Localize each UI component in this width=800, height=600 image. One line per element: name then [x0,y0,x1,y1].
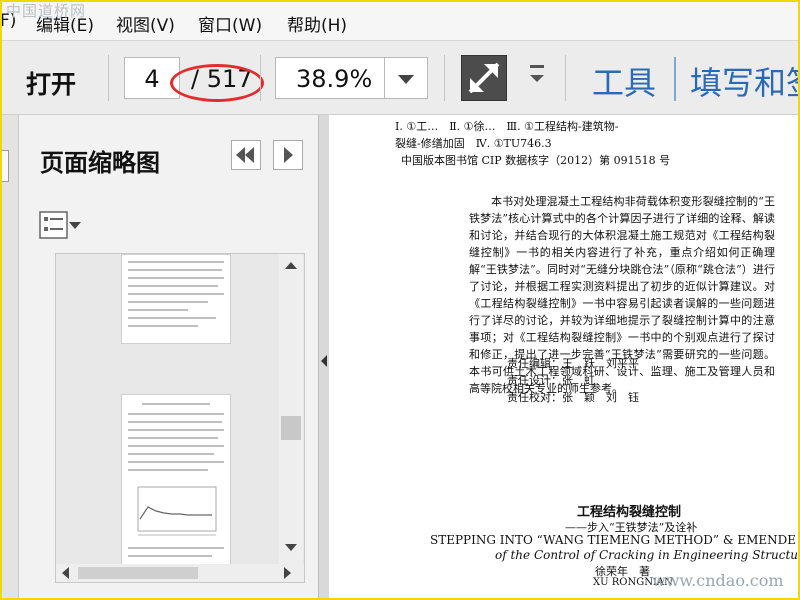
menu-bar-icon [530,65,544,68]
watermark-top: 中国道桥网 [6,2,87,20]
toolbar-divider [444,55,445,101]
thumbnail-horizontal-scrollbar[interactable] [56,564,304,582]
thumbnail-options-button[interactable] [39,211,85,239]
scroll-up-arrow-icon[interactable] [285,262,297,269]
list-options-icon [39,211,81,239]
zoom-dropdown-button[interactable] [384,57,428,99]
fill-sign-button[interactable]: 填写和签 [690,58,800,104]
panel-tab[interactable] [0,150,9,182]
chevron-down-icon [398,75,414,84]
menu-help[interactable]: 帮助(H) [287,11,347,36]
tools-button[interactable]: 工具 [592,58,656,104]
scrollbar-thumb[interactable] [281,416,301,440]
thumbnail-panel-title: 页面缩略图 [40,149,160,177]
navigation-rail [0,115,19,600]
zoom-input[interactable]: 38.9% [275,57,385,99]
credit-proofreader: 责任校对：张 颖 刘 钰 [507,391,639,404]
cip-line-2: 裂缝-修缮加固 Ⅳ. ①TU746.3 [395,137,552,150]
scrollbar-thumb[interactable] [78,567,198,579]
highlight-ellipse [170,64,264,102]
chart-thumbnail-image [137,486,217,536]
scroll-right-arrow-icon[interactable] [284,567,291,579]
collapse-panel-button[interactable] [231,140,261,170]
toolbar: 打开 4 / 517 38.9% 工具 填写和签 [0,41,800,115]
menu-view[interactable]: 视图(V) [116,11,175,36]
scroll-left-arrow-icon[interactable] [62,567,69,579]
expand-arrows-icon [468,62,500,94]
scroll-down-arrow-icon[interactable] [285,544,297,551]
expand-panel-button[interactable] [273,140,303,170]
fit-page-button[interactable] [461,55,507,101]
menu-bar: F) 编辑(E) 视图(V) 窗口(W) 帮助(H) [0,0,800,41]
thumbnail-list[interactable]: 321 [55,253,305,583]
credit-editor: 责任编辑：王 跃 刘平平 [507,357,639,370]
toolbar-divider [260,55,261,101]
toolbar-divider [674,57,676,101]
document-page: Ⅰ. ①工… Ⅱ. ①徐… Ⅲ. ①工程结构-建筑物- 裂缝-修缮加固 Ⅳ. ①… [329,115,798,600]
page-thumbnail[interactable] [121,254,231,344]
cip-number: 中国版本图书馆 CIP 数据核字（2012）第 091518 号 [401,154,671,167]
toolbar-divider [565,55,566,101]
menu-window[interactable]: 窗口(W) [198,11,262,36]
thumbnail-vertical-scrollbar[interactable] [279,254,303,564]
book-title: 工程结构裂缝控制 [577,505,682,520]
right-arrow-icon [284,147,293,163]
chevron-down-icon [530,75,544,82]
english-title-line-2: of the Control of Cracking in Engineerin… [495,548,798,562]
toolbar-divider [108,55,109,101]
open-button[interactable]: 打开 [26,65,76,101]
panel-splitter[interactable] [319,115,329,600]
collapse-arrow-icon[interactable] [321,355,327,367]
english-title-line-1: STEPPING INTO “WANG TIEMENG METHOD” & EM… [430,533,796,547]
thumbnail-panel: 页面缩略图 321 [19,115,319,600]
double-left-arrow-icon [236,147,245,163]
cip-line-1: Ⅰ. ①工… Ⅱ. ①徐… Ⅲ. ①工程结构-建筑物- [395,120,619,133]
page-thumbnail[interactable] [121,394,231,571]
watermark-bottom: www.cndao.com [652,571,784,590]
credit-designer: 责任设计：张 虹 [507,374,595,387]
toolbar-options-button[interactable] [530,65,546,87]
